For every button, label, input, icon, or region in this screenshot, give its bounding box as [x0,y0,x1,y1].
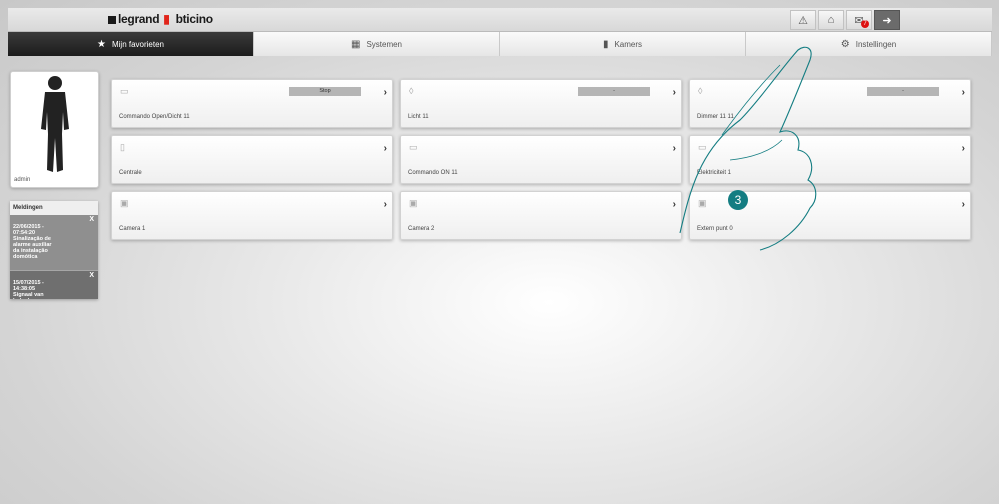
chevron-right-icon[interactable]: › [962,199,965,210]
camera-icon: ▣ [409,198,418,208]
tab-label: Mijn favorieten [111,39,164,49]
chevron-right-icon[interactable]: › [384,87,387,98]
messages-icon[interactable]: ✉ 7 [846,10,872,30]
command-icon: ▭ [409,142,418,152]
camera-icon: ▣ [120,198,129,208]
username: admin [14,177,31,183]
brand-logo: legrand ▮ bticino [108,12,213,26]
logout-icon[interactable]: ➜ [874,10,900,30]
tab-systems[interactable]: ▦ Systemen [254,32,500,56]
notifications-panel: Meldingen 22/06/2015 - 07:54:20 Sinaliza… [10,201,98,299]
shutter-icon: ▭ [120,86,129,96]
tab-label: Systemen [366,39,403,49]
lock-icon[interactable]: ⌂ [818,10,844,30]
tab-favorites[interactable]: ★ Mijn favorieten [8,32,254,56]
main-nav: ★ Mijn favorieten ▦ Systemen ▮ Kamers ⚙ … [8,32,992,56]
light-icon: ◊ [409,86,414,96]
tab-label: Instellingen [855,39,897,49]
star-icon: ★ [97,38,106,50]
card-label: Camera 1 [119,226,146,232]
card-label: Commando ON 11 [408,170,458,176]
card-label: Camera 2 [408,226,435,232]
close-icon[interactable]: X [89,272,94,279]
top-bar: legrand ▮ bticino ⚠ ⌂ ✉ 7 ➜ [8,8,992,32]
dimmer-level-button[interactable]: - [867,87,939,96]
stop-button[interactable]: Stop [289,87,361,96]
notifications-title: Meldingen [10,201,98,215]
chevron-right-icon[interactable]: › [962,143,965,154]
favorite-card[interactable]: ▯ › Centrale [111,135,393,184]
messages-badge: 7 [861,20,869,28]
close-icon[interactable]: X [89,216,94,223]
card-label: Centrale [119,170,142,176]
pointing-hand-icon [679,46,817,251]
favorite-card[interactable]: ▣ › Camera 2 [400,191,682,240]
chevron-right-icon[interactable]: › [384,199,387,210]
notification-item[interactable]: 22/06/2015 - 07:54:20 Sinalização de ala… [10,215,98,271]
user-profile[interactable]: admin [10,71,99,188]
alarm-warning-icon[interactable]: ⚠ [790,10,816,30]
card-label: Commando Open/Dicht 11 [119,114,190,120]
favorite-card[interactable]: ▭ Stop › Commando Open/Dicht 11 [111,79,393,128]
favorite-card[interactable]: ▭ › Commando ON 11 [400,135,682,184]
rooms-icon: ▮ [602,38,609,50]
settings-icon: ⚙ [840,38,850,50]
chevron-right-icon[interactable]: › [962,87,965,98]
notification-item[interactable]: 15/07/2015 - 14:38:05 Signaal van hulpal… [10,271,98,299]
avatar [41,76,69,172]
chevron-right-icon[interactable]: › [384,143,387,154]
systems-icon: ▦ [350,38,361,50]
thermostat-icon: ▯ [120,142,125,152]
favorite-card[interactable]: ◊ - › Licht 11 [400,79,682,128]
tab-label: Kamers [614,39,643,49]
favorite-card[interactable]: ▣ › Camera 1 [111,191,393,240]
light-level-button[interactable]: - [578,87,650,96]
card-label: Licht 11 [408,114,429,120]
step-number-badge: 3 [728,190,748,210]
